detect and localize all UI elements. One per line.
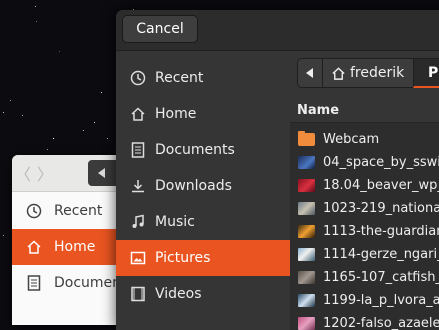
star (3, 235, 4, 236)
name-column-header[interactable]: Name (290, 98, 439, 123)
path-back-button[interactable] (297, 58, 323, 88)
path-home-label: frederik (350, 65, 405, 81)
forward-arrow-icon[interactable]: 〉 (34, 161, 56, 185)
sidebar-item-pictures[interactable]: Pictures (116, 240, 290, 276)
star (107, 138, 108, 139)
download-icon (129, 178, 147, 194)
picture-icon (129, 250, 147, 266)
image-thumbnail-icon (298, 179, 315, 192)
sidebar-item-label: Documents (155, 142, 235, 158)
star (59, 51, 60, 52)
star (36, 21, 37, 22)
back-arrow-icon[interactable]: 〈 (12, 161, 34, 185)
star (47, 149, 48, 150)
sidebar-item-label: Videos (155, 286, 202, 302)
sidebar-item-music[interactable]: Music (116, 204, 290, 240)
list-item[interactable]: 18.04_beaver_wp_ (290, 174, 439, 197)
document-icon (24, 275, 44, 291)
star (35, 6, 36, 7)
sidebar-item-home[interactable]: Home (116, 96, 290, 132)
file-name: 1114-gerze_ngari_ (323, 247, 439, 262)
sidebar-item-label: Home (155, 106, 197, 122)
sidebar-item-downloads[interactable]: Downloads (116, 168, 290, 204)
list-item[interactable]: 1023-219_nationa (290, 197, 439, 220)
image-thumbnail-icon (298, 202, 315, 215)
sidebar-item-recent[interactable]: Recent (116, 60, 290, 96)
file-name: 18.04_beaver_wp_ (323, 178, 439, 193)
path-segment-home[interactable]: frederik (322, 58, 414, 88)
background-path-back-button[interactable] (88, 160, 116, 186)
music-icon (129, 214, 147, 230)
triangle-left-icon (306, 68, 313, 78)
file-name: Webcam (323, 132, 380, 147)
file-name: 1023-219_nationa (323, 201, 439, 216)
cancel-button[interactable]: Cancel (122, 15, 198, 43)
clock-icon (129, 70, 147, 86)
star (83, 130, 84, 131)
image-thumbnail-icon (298, 248, 315, 261)
list-item[interactable]: 1202-falso_azaele (290, 312, 439, 330)
folder-icon (298, 131, 315, 146)
list-item[interactable]: Webcam (290, 128, 439, 151)
bg-sidebar-item-label: Recent (54, 203, 103, 219)
sidebar-item-documents[interactable]: Documents (116, 132, 290, 168)
path-segment-pictures[interactable]: Pictures (413, 58, 439, 88)
dialog-header: Cancel (116, 10, 439, 51)
sidebar-item-label: Music (155, 214, 195, 230)
sidebar-item-label: Downloads (155, 178, 232, 194)
video-icon (129, 286, 147, 302)
star (94, 122, 95, 123)
image-thumbnail-icon (298, 294, 315, 307)
image-thumbnail-icon (298, 271, 315, 284)
sidebar-item-videos[interactable]: Videos (116, 276, 290, 312)
bg-sidebar-item-label: Home (54, 239, 96, 255)
list-item[interactable]: 04_space_by_sswi (290, 151, 439, 174)
file-name: 1202-falso_azaele (323, 316, 439, 330)
path-bar: frederik Pictures (290, 51, 439, 98)
list-item[interactable]: 1165-107_catfish_ (290, 266, 439, 289)
star (22, 115, 23, 116)
sidebar-item-label: Pictures (155, 250, 211, 266)
image-thumbnail-icon (298, 317, 315, 330)
places-sidebar: Recent Home Documents Downloads Music Pi… (116, 51, 291, 330)
star (53, 138, 54, 139)
file-name: 1165-107_catfish_ (323, 270, 439, 285)
list-item[interactable]: 1113-the-guardian (290, 220, 439, 243)
image-thumbnail-icon (298, 225, 315, 238)
file-name: 04_space_by_sswi (323, 155, 439, 170)
file-list-pane: frederik Pictures Name Webcam 04_space_b… (290, 51, 439, 330)
document-icon (129, 142, 147, 158)
star (3, 112, 4, 113)
file-name: 1113-the-guardian (323, 224, 439, 239)
file-chooser-dialog[interactable]: Cancel Recent Home Documents Downloads M… (116, 10, 439, 330)
star (10, 100, 11, 101)
clock-icon (24, 203, 44, 219)
home-icon (331, 66, 346, 81)
home-icon (24, 239, 44, 255)
list-item[interactable]: 1199-la_p_lvora_a (290, 289, 439, 312)
sidebar-item-label: Recent (155, 70, 204, 86)
image-thumbnail-icon (298, 156, 315, 169)
star (101, 92, 102, 93)
list-item[interactable]: 1114-gerze_ngari_ (290, 243, 439, 266)
file-name: 1199-la_p_lvora_a (323, 293, 439, 308)
triangle-left-icon (98, 168, 105, 178)
home-icon (129, 106, 147, 122)
